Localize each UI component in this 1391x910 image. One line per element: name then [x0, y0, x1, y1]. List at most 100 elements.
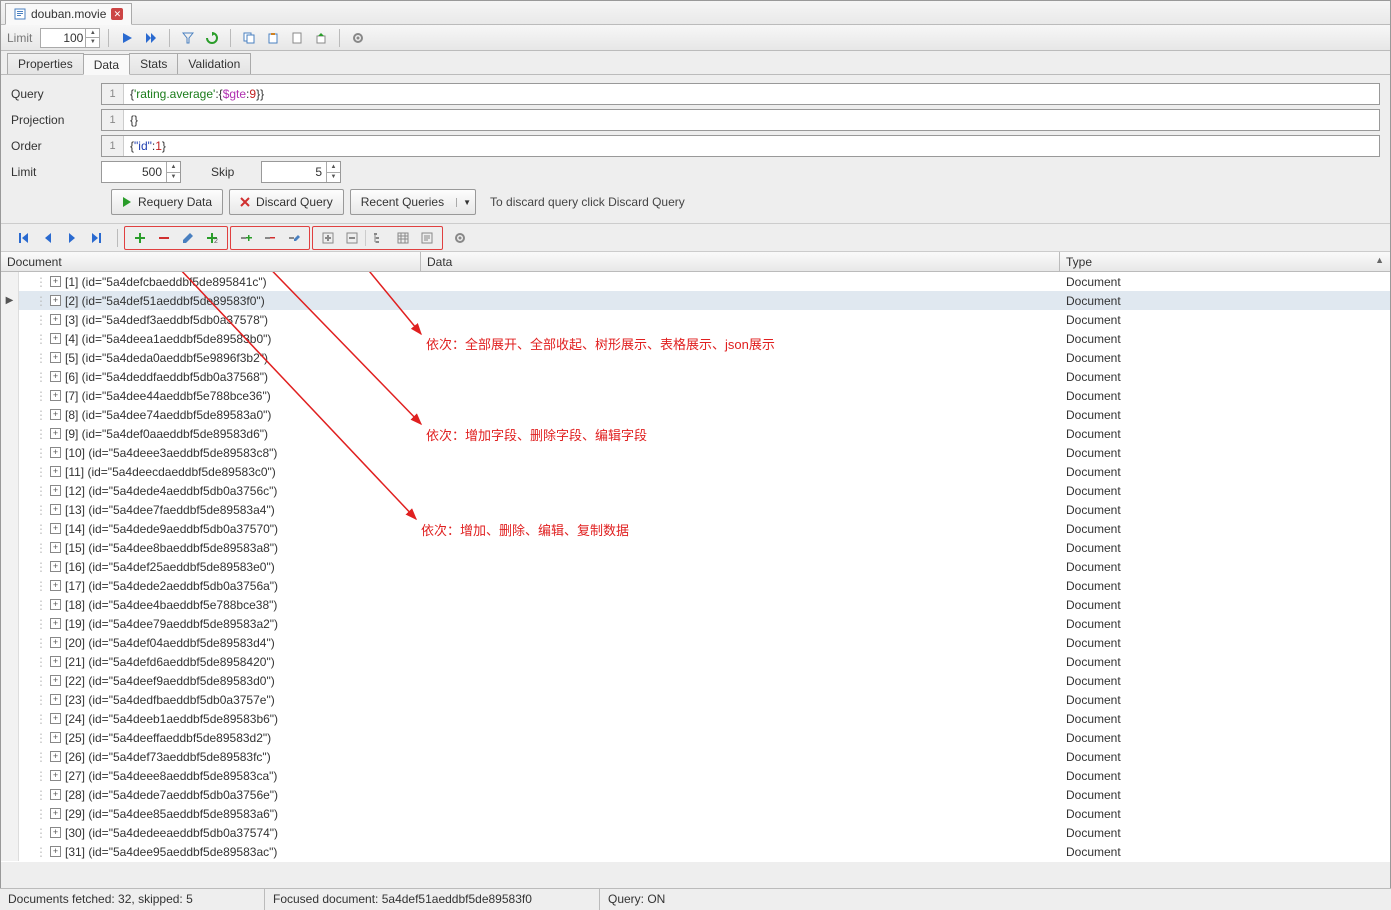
- copy-icon[interactable]: [239, 28, 259, 48]
- run-all-icon[interactable]: [141, 28, 161, 48]
- order-input[interactable]: 1 {"id":1}: [101, 135, 1380, 157]
- table-row[interactable]: ⋮+[15] (id="5a4dee8baeddbf5de89583a8")Do…: [1, 538, 1390, 557]
- expand-icon[interactable]: +: [50, 504, 61, 515]
- table-row[interactable]: ⋮+[27] (id="5a4deee8aeddbf5de89583ca")Do…: [1, 766, 1390, 785]
- edit-field-icon[interactable]: [283, 227, 305, 249]
- expand-icon[interactable]: +: [50, 580, 61, 591]
- table-row[interactable]: ⋮+[28] (id="5a4dede7aeddbf5db0a3756e")Do…: [1, 785, 1390, 804]
- table-view-icon[interactable]: [392, 227, 414, 249]
- table-row[interactable]: ⋮+[13] (id="5a4dee7faeddbf5de89583a4")Do…: [1, 500, 1390, 519]
- expand-icon[interactable]: +: [50, 523, 61, 534]
- expand-icon[interactable]: +: [50, 390, 61, 401]
- table-row[interactable]: ⋮+[8] (id="5a4dee74aeddbf5de89583a0")Doc…: [1, 405, 1390, 424]
- tab-data[interactable]: Data: [83, 54, 130, 75]
- nav-prev-icon[interactable]: [37, 227, 59, 249]
- rows-viewport[interactable]: 依次：全部展开、全部收起、树形展示、表格展示、json展示 依次：增加字段、删除…: [1, 272, 1390, 862]
- projection-input[interactable]: 1 {}: [101, 109, 1380, 131]
- expand-icon[interactable]: +: [50, 352, 61, 363]
- add-record-icon[interactable]: [129, 227, 151, 249]
- gear-icon[interactable]: [449, 227, 471, 249]
- spinner-icon[interactable]: ▲▼: [166, 162, 180, 182]
- document-icon[interactable]: [287, 28, 307, 48]
- expand-icon[interactable]: +: [50, 333, 61, 344]
- table-row[interactable]: ⋮+[7] (id="5a4dee44aeddbf5e788bce36")Doc…: [1, 386, 1390, 405]
- expand-icon[interactable]: +: [50, 618, 61, 629]
- expand-icon[interactable]: +: [50, 295, 61, 306]
- nav-first-icon[interactable]: [13, 227, 35, 249]
- expand-icon[interactable]: +: [50, 656, 61, 667]
- expand-icon[interactable]: +: [50, 276, 61, 287]
- duplicate-record-icon[interactable]: 2: [201, 227, 223, 249]
- table-row[interactable]: ⋮+[14] (id="5a4dede9aeddbf5db0a37570")Do…: [1, 519, 1390, 538]
- spinner-icon[interactable]: ▲▼: [85, 29, 99, 47]
- table-row[interactable]: ⋮+[4] (id="5a4deea1aeddbf5de89583b0")Doc…: [1, 329, 1390, 348]
- add-field-icon[interactable]: [235, 227, 257, 249]
- tab-validation[interactable]: Validation: [177, 53, 251, 74]
- table-row[interactable]: ⋮+[5] (id="5a4deda0aeddbf5e9896f3b2")Doc…: [1, 348, 1390, 367]
- table-row[interactable]: ⋮+[10] (id="5a4deee3aeddbf5de89583c8")Do…: [1, 443, 1390, 462]
- expand-icon[interactable]: +: [50, 599, 61, 610]
- expand-icon[interactable]: +: [50, 770, 61, 781]
- limit-input[interactable]: 500 ▲▼: [101, 161, 181, 183]
- expand-icon[interactable]: +: [50, 675, 61, 686]
- table-row[interactable]: ⋮+[24] (id="5a4deeb1aeddbf5de89583b6")Do…: [1, 709, 1390, 728]
- delete-field-icon[interactable]: [259, 227, 281, 249]
- expand-icon[interactable]: +: [50, 827, 61, 838]
- delete-record-icon[interactable]: [153, 227, 175, 249]
- filter-icon[interactable]: [178, 28, 198, 48]
- column-document[interactable]: Document: [1, 252, 421, 271]
- expand-icon[interactable]: +: [50, 808, 61, 819]
- table-row[interactable]: ⋮+[23] (id="5a4dedfbaeddbf5db0a3757e")Do…: [1, 690, 1390, 709]
- expand-icon[interactable]: +: [50, 694, 61, 705]
- table-row[interactable]: ⋮+[16] (id="5a4def25aeddbf5de89583e0")Do…: [1, 557, 1390, 576]
- expand-icon[interactable]: +: [50, 447, 61, 458]
- table-row[interactable]: ⋮+[6] (id="5a4deddfaeddbf5db0a37568")Doc…: [1, 367, 1390, 386]
- nav-next-icon[interactable]: [61, 227, 83, 249]
- table-row[interactable]: ⋮+[18] (id="5a4dee4baeddbf5e788bce38")Do…: [1, 595, 1390, 614]
- query-input[interactable]: 1 {'rating.average':{$gte:9}}: [101, 83, 1380, 105]
- expand-icon[interactable]: +: [50, 751, 61, 762]
- expand-icon[interactable]: +: [50, 732, 61, 743]
- gear-icon[interactable]: [348, 28, 368, 48]
- table-row[interactable]: ⋮+[22] (id="5a4deef9aeddbf5de89583d0")Do…: [1, 671, 1390, 690]
- table-row[interactable]: ⋮+[29] (id="5a4dee85aeddbf5de89583a6")Do…: [1, 804, 1390, 823]
- column-data[interactable]: Data: [421, 252, 1060, 271]
- expand-icon[interactable]: +: [50, 846, 61, 857]
- expand-all-icon[interactable]: [317, 227, 339, 249]
- paste-icon[interactable]: [263, 28, 283, 48]
- table-row[interactable]: ⋮+[17] (id="5a4dede2aeddbf5db0a3756a")Do…: [1, 576, 1390, 595]
- table-row[interactable]: ⋮+[26] (id="5a4def73aeddbf5de89583fc")Do…: [1, 747, 1390, 766]
- export-icon[interactable]: [311, 28, 331, 48]
- expand-icon[interactable]: +: [50, 314, 61, 325]
- table-row[interactable]: ⋮+[3] (id="5a4dedf3aeddbf5db0a37578")Doc…: [1, 310, 1390, 329]
- table-row[interactable]: ⋮+[19] (id="5a4dee79aeddbf5de89583a2")Do…: [1, 614, 1390, 633]
- table-row[interactable]: ⋮+[1] (id="5a4defcbaeddbf5de895841c")Doc…: [1, 272, 1390, 291]
- expand-icon[interactable]: +: [50, 542, 61, 553]
- table-row[interactable]: ⋮+[12] (id="5a4dede4aeddbf5db0a3756c")Do…: [1, 481, 1390, 500]
- discard-query-button[interactable]: Discard Query: [229, 189, 344, 215]
- column-type[interactable]: Type: [1060, 252, 1390, 271]
- expand-icon[interactable]: +: [50, 371, 61, 382]
- expand-icon[interactable]: +: [50, 428, 61, 439]
- edit-record-icon[interactable]: [177, 227, 199, 249]
- expand-icon[interactable]: +: [50, 485, 61, 496]
- tab-properties[interactable]: Properties: [7, 53, 84, 74]
- run-icon[interactable]: [117, 28, 137, 48]
- json-view-icon[interactable]: [416, 227, 438, 249]
- collapse-all-icon[interactable]: [341, 227, 363, 249]
- table-row[interactable]: ⋮+[9] (id="5a4def0aaeddbf5de89583d6")Doc…: [1, 424, 1390, 443]
- table-row[interactable]: ⋮+[30] (id="5a4dedeeaeddbf5db0a37574")Do…: [1, 823, 1390, 842]
- expand-icon[interactable]: +: [50, 409, 61, 420]
- expand-icon[interactable]: +: [50, 637, 61, 648]
- table-row[interactable]: ▶⋮+[2] (id="5a4def51aeddbf5de89583f0")Do…: [1, 291, 1390, 310]
- expand-icon[interactable]: +: [50, 789, 61, 800]
- recent-queries-button[interactable]: Recent Queries ▼: [350, 189, 476, 215]
- table-row[interactable]: ⋮+[31] (id="5a4dee95aeddbf5de89583ac")Do…: [1, 842, 1390, 861]
- refresh-icon[interactable]: [202, 28, 222, 48]
- expand-icon[interactable]: +: [50, 466, 61, 477]
- spinner-icon[interactable]: ▲▼: [326, 162, 340, 182]
- table-row[interactable]: ⋮+[25] (id="5a4deeffaeddbf5de89583d2")Do…: [1, 728, 1390, 747]
- expand-icon[interactable]: +: [50, 713, 61, 724]
- limit-top-input[interactable]: 100 ▲▼: [40, 28, 100, 48]
- table-row[interactable]: ⋮+[20] (id="5a4def04aeddbf5de89583d4")Do…: [1, 633, 1390, 652]
